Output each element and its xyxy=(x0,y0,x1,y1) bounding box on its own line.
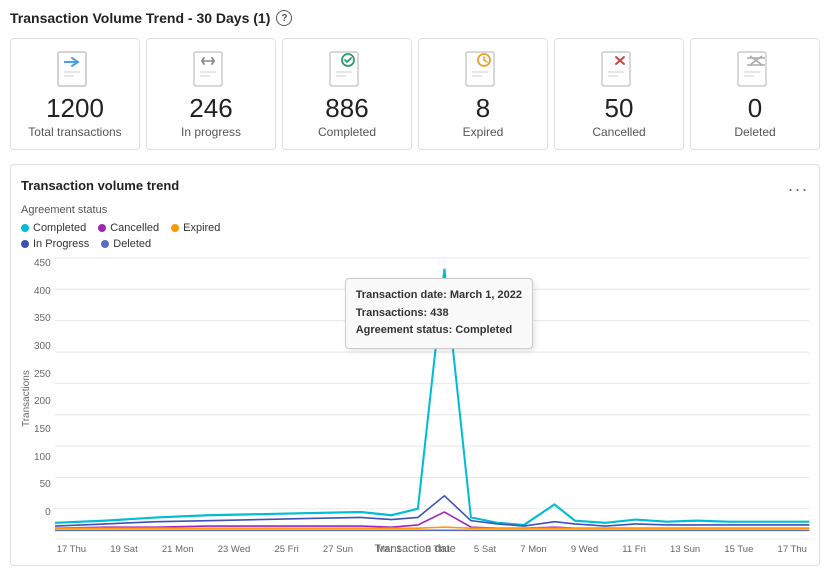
page-title: Transaction Volume Trend - 30 Days (1) xyxy=(10,10,270,26)
stat-number-completed: 886 xyxy=(325,95,368,121)
delete-icon xyxy=(731,49,779,89)
legend-dot xyxy=(21,224,29,232)
legend-row-1: Completed Cancelled Expired xyxy=(21,222,809,234)
exchange-icon xyxy=(187,49,235,89)
main-container: Transaction Volume Trend - 30 Days (1) ?… xyxy=(0,0,830,577)
stat-number-total: 1200 xyxy=(46,95,104,121)
stat-label-cancelled: Cancelled xyxy=(592,125,645,139)
legend-item-expired: Expired xyxy=(171,222,220,234)
chart-legend: Agreement status Completed Cancelled Expir… xyxy=(21,204,809,250)
y-axis: 450 400 350 300 250 200 150 100 50 0 xyxy=(34,258,55,518)
clock-icon xyxy=(459,49,507,89)
legend-dot xyxy=(98,224,106,232)
chart-menu-button[interactable]: ... xyxy=(788,175,809,196)
page-title-section: Transaction Volume Trend - 30 Days (1) ? xyxy=(10,10,820,26)
stat-label-deleted: Deleted xyxy=(734,125,775,139)
legend-row-2: In Progress Deleted xyxy=(21,238,809,250)
stat-number-expired: 8 xyxy=(476,95,490,121)
stat-label-total: Total transactions xyxy=(28,125,121,139)
stat-label-completed: Completed xyxy=(318,125,376,139)
legend-dot xyxy=(21,240,29,248)
help-icon[interactable]: ? xyxy=(276,10,292,26)
chart-title: Transaction volume trend xyxy=(21,178,179,193)
chart-section: Transaction volume trend ... Agreement s… xyxy=(10,164,820,566)
stat-label-in_progress: In progress xyxy=(181,125,241,139)
send-icon xyxy=(51,49,99,89)
stat-card-in_progress: 246 In progress xyxy=(146,38,276,150)
chart-svg xyxy=(55,258,809,539)
stat-number-cancelled: 50 xyxy=(605,95,634,121)
check-icon xyxy=(323,49,371,89)
stat-card-expired: 8 Expired xyxy=(418,38,548,150)
legend-dot xyxy=(101,240,109,248)
chart-with-yaxis: Transactions 450 400 350 300 250 200 150… xyxy=(21,258,809,539)
stat-number-in_progress: 246 xyxy=(189,95,232,121)
legend-item-in-progress: In Progress xyxy=(21,238,89,250)
x-axis-labels: 17 Thu 19 Sat 21 Mon 23 Wed 25 Fri 27 Su… xyxy=(55,544,809,555)
stat-card-total: 1200 Total transactions xyxy=(10,38,140,150)
x-icon xyxy=(595,49,643,89)
legend-item-cancelled: Cancelled xyxy=(98,222,159,234)
legend-title: Agreement status xyxy=(21,204,809,216)
stat-number-deleted: 0 xyxy=(748,95,762,121)
y-axis-title: Transactions xyxy=(21,258,32,539)
chart-plot-area: Transaction date: March 1, 2022 Transact… xyxy=(55,258,809,539)
stat-label-expired: Expired xyxy=(463,125,504,139)
legend-item-deleted: Deleted xyxy=(101,238,151,250)
stat-cards-row: 1200 Total transactions 246 In progress … xyxy=(10,38,820,150)
stat-card-cancelled: 50 Cancelled xyxy=(554,38,684,150)
legend-dot xyxy=(171,224,179,232)
stat-card-deleted: 0 Deleted xyxy=(690,38,820,150)
chart-header: Transaction volume trend ... xyxy=(21,175,809,196)
legend-item-completed: Completed xyxy=(21,222,86,234)
stat-card-completed: 886 Completed xyxy=(282,38,412,150)
